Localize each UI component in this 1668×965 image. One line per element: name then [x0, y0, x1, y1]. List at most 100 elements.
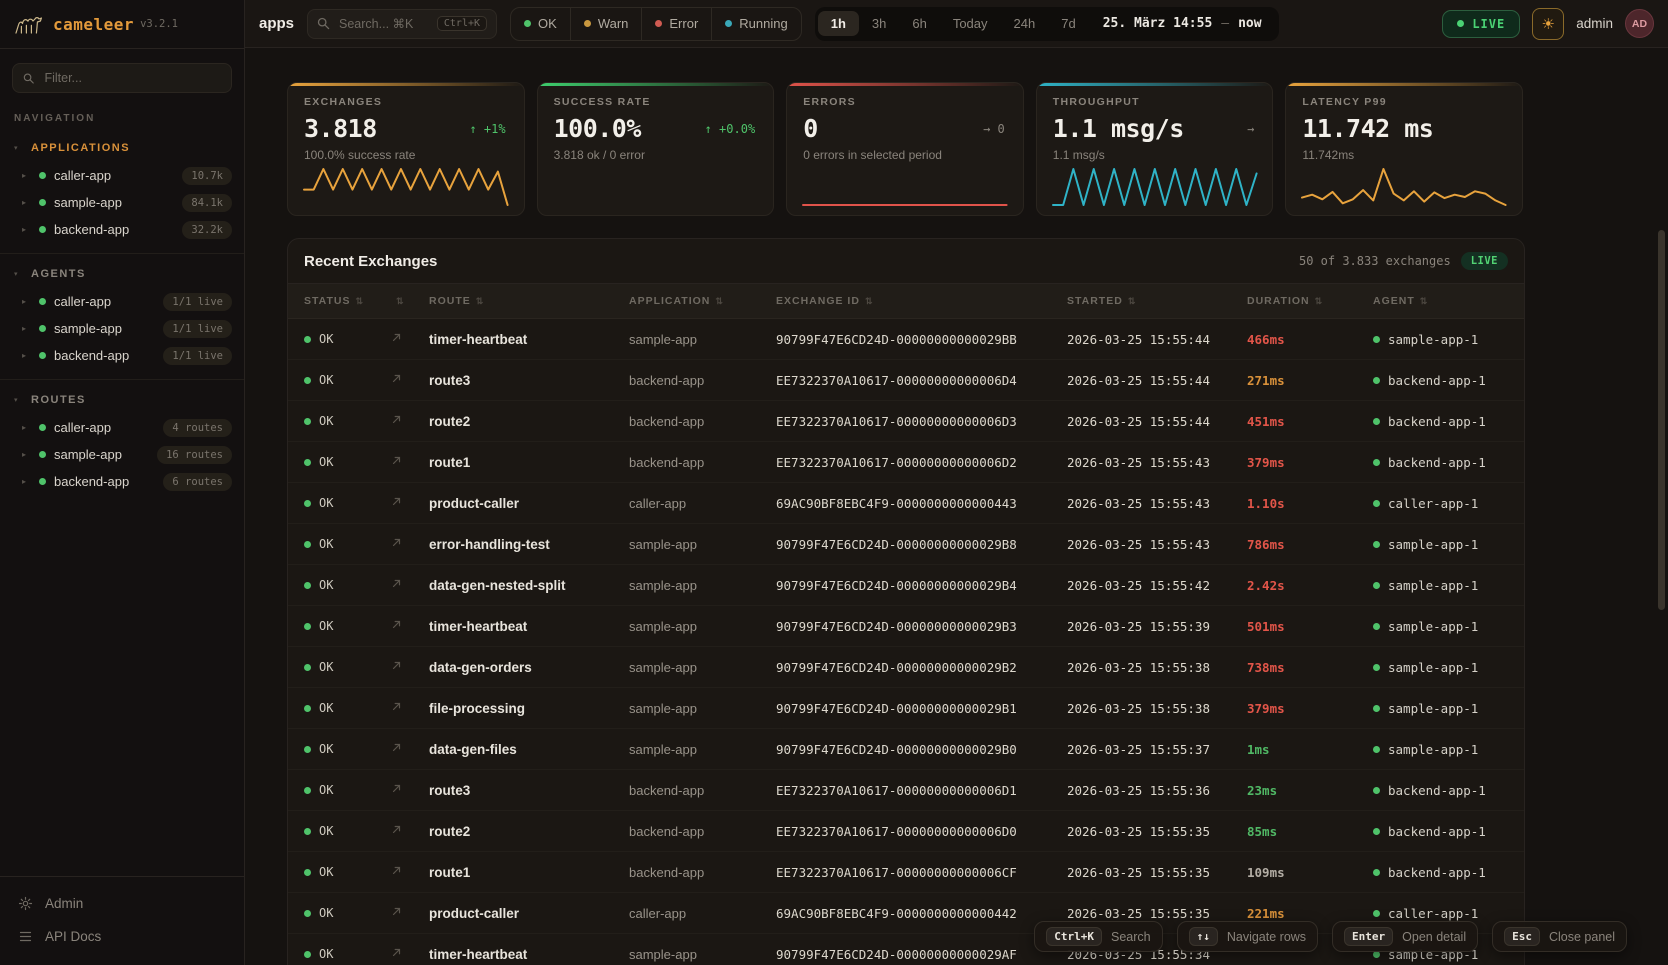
- table-row[interactable]: OK route3 backend-app EE7322370A10617-00…: [288, 770, 1524, 811]
- table-row[interactable]: OK file-processing sample-app 90799F47E6…: [288, 688, 1524, 729]
- table-row[interactable]: OK route3 backend-app EE7322370A10617-00…: [288, 360, 1524, 401]
- status-filter-chip[interactable]: Running: [711, 8, 800, 40]
- open-detail-icon[interactable]: [391, 699, 429, 717]
- sidebar-item[interactable]: ▸ caller-app 4 routes: [0, 414, 244, 441]
- sort-icon: ⇅: [1128, 296, 1137, 307]
- scrollbar[interactable]: [1658, 230, 1665, 610]
- filter-input[interactable]: [42, 70, 221, 86]
- status-filter-label: Error: [669, 16, 698, 31]
- keyboard-hint: Enter Open detail: [1332, 921, 1478, 952]
- status-dot: [304, 541, 311, 548]
- table-row[interactable]: OK data-gen-nested-split sample-app 9079…: [288, 565, 1524, 606]
- sidebar-item-badge: 1/1 live: [163, 347, 232, 365]
- status-filter-chip[interactable]: Warn: [570, 8, 642, 40]
- table-row[interactable]: OK route2 backend-app EE7322370A10617-00…: [288, 401, 1524, 442]
- sidebar-section-header[interactable]: ▾ APPLICATIONS: [0, 134, 244, 162]
- open-detail-icon[interactable]: [391, 740, 429, 758]
- route-cell: route2: [429, 414, 629, 429]
- time-range-button[interactable]: 6h: [899, 11, 939, 36]
- key-cap: Enter: [1344, 927, 1393, 946]
- open-detail-icon[interactable]: [391, 617, 429, 635]
- live-toggle-button[interactable]: LIVE: [1442, 10, 1520, 38]
- time-range-button[interactable]: Today: [940, 11, 1001, 36]
- table-row[interactable]: OK error-handling-test sample-app 90799F…: [288, 524, 1524, 565]
- sidebar-item-badge: 1/1 live: [163, 320, 232, 338]
- global-search[interactable]: Ctrl+K: [307, 9, 497, 39]
- status-label: OK: [319, 947, 333, 961]
- sidebar-item-api-docs[interactable]: API Docs: [0, 920, 244, 953]
- open-detail-icon[interactable]: [391, 371, 429, 389]
- status-filter-chip[interactable]: Error: [641, 8, 711, 40]
- live-badge: LIVE: [1461, 252, 1508, 270]
- time-range-button[interactable]: 3h: [859, 11, 899, 36]
- sidebar-section-header[interactable]: ▾ AGENTS: [0, 260, 244, 288]
- sidebar-item[interactable]: ▸ caller-app 10.7k: [0, 162, 244, 189]
- time-from: 25. März 14:55: [1103, 16, 1213, 31]
- open-detail-icon[interactable]: [391, 494, 429, 512]
- column-header[interactable]: APPLICATION ⇅: [629, 295, 776, 307]
- time-display[interactable]: 25. März 14:55 — now: [1089, 16, 1276, 31]
- status-dot: [304, 582, 311, 589]
- sidebar-item[interactable]: ▸ backend-app 32.2k: [0, 216, 244, 243]
- table-row[interactable]: OK data-gen-orders sample-app 90799F47E6…: [288, 647, 1524, 688]
- sidebar-item-label: backend-app: [54, 222, 174, 237]
- column-header[interactable]: ⇅: [391, 296, 429, 307]
- sidebar-item[interactable]: ▸ caller-app 1/1 live: [0, 288, 244, 315]
- time-range-button[interactable]: 7d: [1048, 11, 1088, 36]
- table-row[interactable]: OK route1 backend-app EE7322370A10617-00…: [288, 852, 1524, 893]
- status-cell: OK: [304, 578, 391, 592]
- sidebar-section-items: ▸ caller-app 10.7k ▸ sample-app 84.1k ▸ …: [0, 162, 244, 243]
- column-header[interactable]: STARTED ⇅: [1067, 295, 1247, 307]
- sidebar-item-badge: 1/1 live: [163, 293, 232, 311]
- open-detail-icon[interactable]: [391, 453, 429, 471]
- sidebar-item-admin[interactable]: Admin: [0, 887, 244, 920]
- stat-cards-row: EXCHANGES 3.818 ↑ +1% 100.0% success rat…: [287, 82, 1523, 216]
- status-dot: [655, 20, 662, 27]
- search-input[interactable]: [337, 16, 430, 32]
- column-header[interactable]: EXCHANGE ID ⇅: [776, 295, 1067, 307]
- sidebar-filter[interactable]: [12, 63, 232, 93]
- table-row[interactable]: OK timer-heartbeat sample-app 90799F47E6…: [288, 606, 1524, 647]
- open-detail-icon[interactable]: [391, 330, 429, 348]
- started-cell: 2026-03-25 15:55:36: [1067, 783, 1247, 798]
- application-cell: sample-app: [629, 701, 776, 716]
- stat-card: THROUGHPUT 1.1 msg/s → 1.1 msg/s: [1036, 82, 1274, 216]
- sidebar-item[interactable]: ▸ sample-app 1/1 live: [0, 315, 244, 342]
- open-detail-icon[interactable]: [391, 822, 429, 840]
- open-detail-icon[interactable]: [391, 781, 429, 799]
- open-detail-icon[interactable]: [391, 535, 429, 553]
- status-filter-chip[interactable]: OK: [511, 8, 570, 40]
- time-range-button[interactable]: 24h: [1001, 11, 1049, 36]
- agent-label: backend-app-1: [1388, 414, 1486, 429]
- theme-toggle-button[interactable]: ☀: [1532, 8, 1564, 40]
- open-detail-icon[interactable]: [391, 863, 429, 881]
- table-row[interactable]: OK route1 backend-app EE7322370A10617-00…: [288, 442, 1524, 483]
- avatar[interactable]: AD: [1625, 9, 1654, 38]
- column-header[interactable]: ROUTE ⇅: [429, 295, 629, 307]
- exchange-id-cell: EE7322370A10617-00000000000006CF: [776, 865, 1067, 880]
- table-row[interactable]: OK route2 backend-app EE7322370A10617-00…: [288, 811, 1524, 852]
- sidebar-section-header[interactable]: ▾ ROUTES: [0, 386, 244, 414]
- exchange-id-cell: 90799F47E6CD24D-00000000000029B4: [776, 578, 1067, 593]
- column-header[interactable]: STATUS ⇅: [304, 295, 391, 307]
- open-detail-icon[interactable]: [391, 576, 429, 594]
- username: admin: [1576, 16, 1613, 31]
- sidebar-item[interactable]: ▸ backend-app 1/1 live: [0, 342, 244, 369]
- open-detail-icon[interactable]: [391, 904, 429, 922]
- sidebar-item[interactable]: ▸ sample-app 16 routes: [0, 441, 244, 468]
- column-header[interactable]: DURATION ⇅: [1247, 295, 1373, 307]
- column-header[interactable]: AGENT ⇅: [1373, 295, 1508, 307]
- duration-cell: 2.42s: [1247, 578, 1373, 593]
- sidebar-item[interactable]: ▸ sample-app 84.1k: [0, 189, 244, 216]
- table-row[interactable]: OK timer-heartbeat sample-app 90799F47E6…: [288, 319, 1524, 360]
- table-row[interactable]: OK data-gen-files sample-app 90799F47E6C…: [288, 729, 1524, 770]
- time-range-button[interactable]: 1h: [818, 11, 859, 36]
- chevron-right-icon: ▸: [22, 297, 31, 306]
- open-detail-icon[interactable]: [391, 658, 429, 676]
- open-detail-icon[interactable]: [391, 945, 429, 963]
- sidebar-item[interactable]: ▸ backend-app 6 routes: [0, 468, 244, 495]
- status-cell: OK: [304, 660, 391, 674]
- table-row[interactable]: OK product-caller caller-app 69AC90BF8EB…: [288, 483, 1524, 524]
- stat-card: EXCHANGES 3.818 ↑ +1% 100.0% success rat…: [287, 82, 525, 216]
- open-detail-icon[interactable]: [391, 412, 429, 430]
